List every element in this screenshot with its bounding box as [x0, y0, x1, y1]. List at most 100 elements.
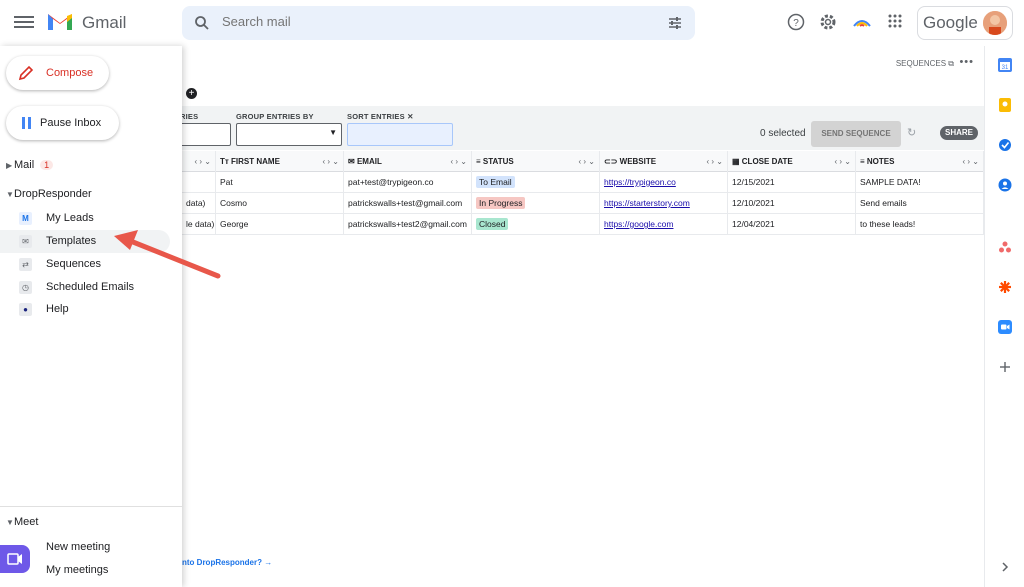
cell-email[interactable]: pat+test@trypigeon.co — [344, 172, 472, 193]
cell-notes[interactable]: to these leads! — [856, 214, 984, 235]
search-icon[interactable] — [194, 15, 210, 36]
avatar[interactable] — [983, 11, 1007, 35]
dropresponder-section-toggle[interactable]: ▼DropResponder — [0, 188, 92, 200]
menu-icon[interactable] — [14, 13, 34, 33]
refresh-icon[interactable]: ↻ — [907, 126, 916, 139]
mail-section-toggle[interactable]: ▶ Mail 1 — [0, 159, 54, 171]
sidebar-item-new-meeting[interactable]: New meeting — [0, 536, 170, 559]
unread-count-badge: 1 — [40, 160, 54, 170]
svg-text:?: ? — [793, 18, 799, 29]
cell-first[interactable] — [182, 172, 216, 193]
cell-email[interactable]: patrickswalls+test@gmail.com — [344, 193, 472, 214]
search-input[interactable] — [222, 14, 622, 29]
entries-filter-input[interactable] — [180, 123, 231, 146]
cell-website[interactable]: https://google.com — [600, 214, 728, 235]
settings-gear-icon[interactable] — [819, 13, 839, 33]
help-icon[interactable]: ? — [787, 13, 807, 33]
dropresponder-help-link[interactable]: nto DropResponder? → — [182, 558, 272, 567]
compose-button[interactable]: Compose — [6, 56, 109, 90]
sort-entries-input[interactable] — [347, 123, 453, 146]
website-link[interactable]: https://google.com — [604, 219, 673, 229]
caret-down-icon: ▼ — [6, 190, 14, 199]
zoom-icon[interactable] — [998, 320, 1012, 334]
sidebar-item-my-leads[interactable]: M My Leads — [0, 207, 170, 230]
more-options-icon[interactable]: ••• — [959, 56, 974, 68]
sidebar-item-label: New meeting — [46, 541, 111, 553]
website-link[interactable]: https://starterstory.com — [604, 198, 690, 208]
chevron-down-icon: ▼ — [329, 128, 337, 137]
sidebar-item-label: Templates — [46, 235, 97, 247]
search-bar[interactable] — [182, 6, 695, 40]
column-header-status[interactable]: ≡ STATUS ‹ › ⌄ — [472, 151, 600, 172]
cell-first-name[interactable]: Pat — [216, 172, 344, 193]
sequences-link[interactable]: SEQUENCES ⧉ — [896, 59, 954, 69]
addon-rainbow-icon[interactable] — [852, 13, 872, 33]
cell-notes[interactable]: SAMPLE DATA! — [856, 172, 984, 193]
table-row[interactable]: le data) George patrickswalls+test2@gmai… — [182, 214, 984, 235]
main-content: SEQUENCES ⧉ ••• + RIES GROUP ENTRIES BY … — [180, 46, 984, 587]
column-header-email[interactable]: ✉ EMAIL ‹ › ⌄ — [344, 151, 472, 172]
zapier-icon[interactable] — [998, 280, 1012, 294]
cell-close-date[interactable]: 12/15/2021 — [728, 172, 856, 193]
add-icon[interactable]: + — [186, 88, 197, 99]
table-row[interactable]: Pat pat+test@trypigeon.co To Email https… — [182, 172, 984, 193]
cell-status[interactable]: Closed — [472, 214, 600, 235]
cell-first[interactable]: data) — [182, 193, 216, 214]
share-button[interactable]: SHARE — [940, 126, 978, 140]
cell-first-name[interactable]: George — [216, 214, 344, 235]
chevron-right-icon[interactable] — [998, 560, 1012, 574]
add-addon-icon[interactable] — [998, 360, 1012, 374]
table-row[interactable]: data) Cosmo patrickswalls+test@gmail.com… — [182, 193, 984, 214]
cell-close-date[interactable]: 12/10/2021 — [728, 193, 856, 214]
column-header-website[interactable]: ⊂⊃ WEBSITE ‹ › ⌄ — [600, 151, 728, 172]
sidebar-item-label: Sequences — [46, 258, 102, 270]
filter-bar: RIES GROUP ENTRIES BY ▼ SORT ENTRIES ✕ 0… — [180, 106, 984, 150]
pause-icon — [22, 117, 32, 129]
cell-first-name[interactable]: Cosmo — [216, 193, 344, 214]
cell-website[interactable]: https://starterstory.com — [600, 193, 728, 214]
asana-icon[interactable] — [998, 240, 1012, 254]
cell-website[interactable]: https://trypigeon.co — [600, 172, 728, 193]
account-switcher[interactable]: Google — [917, 6, 1013, 40]
sidebar-item-help[interactable]: ● Help — [0, 298, 170, 321]
calendar-icon[interactable]: 31 — [998, 58, 1012, 72]
pause-inbox-button[interactable]: Pause Inbox — [6, 106, 119, 140]
sidebar-item-label: Help — [46, 303, 69, 315]
cell-notes[interactable]: Send emails — [856, 193, 984, 214]
column-header-notes[interactable]: ≡ NOTES ‹ › ⌄ — [856, 151, 984, 172]
column-header-first-name[interactable]: Tт FIRST NAME ‹ › ⌄ — [216, 151, 344, 172]
keep-notes-icon[interactable] — [998, 98, 1012, 112]
selected-count: 0 selected — [760, 128, 806, 139]
sort-entries-label: SORT ENTRIES ✕ — [347, 112, 414, 121]
help-icon: ● — [19, 303, 32, 316]
cell-email[interactable]: patrickswalls+test2@gmail.com — [344, 214, 472, 235]
cell-status[interactable]: To Email — [472, 172, 600, 193]
app-name: Gmail — [82, 13, 127, 32]
sidebar-item-label: My meetings — [46, 564, 109, 576]
google-brand-text: Google — [923, 13, 978, 32]
meet-section-toggle[interactable]: ▼Meet — [0, 516, 38, 528]
pause-inbox-label: Pause Inbox — [40, 117, 102, 129]
clock-icon: ◷ — [19, 281, 32, 294]
template-icon: ✉ — [19, 235, 32, 248]
svg-text:31: 31 — [1002, 65, 1009, 71]
divider — [0, 506, 182, 507]
group-entries-label: GROUP ENTRIES BY — [236, 112, 314, 121]
gmail-logo-icon[interactable] — [46, 10, 74, 34]
cell-status[interactable]: In Progress — [472, 193, 600, 214]
search-options-icon[interactable] — [667, 15, 683, 36]
cell-close-date[interactable]: 12/04/2021 — [728, 214, 856, 235]
right-side-panel: 31 — [984, 46, 1024, 587]
sidebar-item-my-meetings[interactable]: My meetings — [0, 559, 170, 582]
column-header-first[interactable]: ‹ › ⌄ — [182, 151, 216, 172]
contacts-icon[interactable] — [998, 178, 1012, 192]
website-link[interactable]: https://trypigeon.co — [604, 177, 676, 187]
annotation-arrow-icon — [110, 228, 225, 289]
group-entries-select[interactable]: ▼ — [236, 123, 342, 146]
send-sequence-button[interactable]: SEND SEQUENCE — [811, 121, 901, 147]
left-sidebar: Compose Pause Inbox ▶ Mail 1 ▼DropResponde… — [0, 46, 182, 587]
apps-grid-icon[interactable] — [887, 13, 907, 33]
caret-down-icon: ▼ — [6, 518, 14, 527]
tasks-icon[interactable] — [998, 138, 1012, 152]
column-header-close-date[interactable]: ▦ CLOSE DATE ‹ › ⌄ — [728, 151, 856, 172]
